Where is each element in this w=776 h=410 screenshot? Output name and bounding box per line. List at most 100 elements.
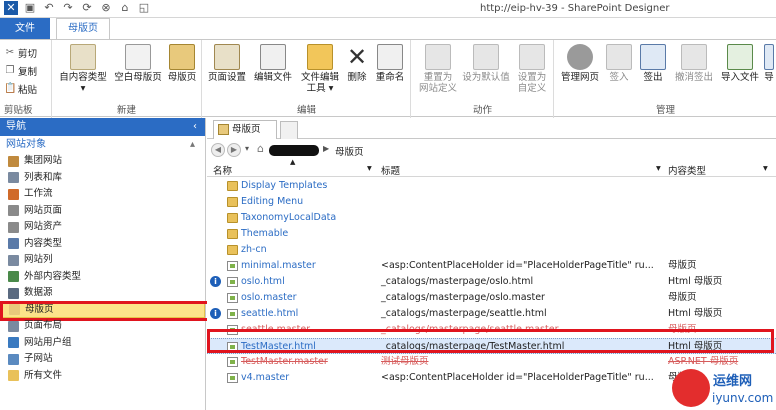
refresh-icon[interactable]: ⟳ [80, 1, 94, 15]
breadcrumb-current[interactable]: 母版页 [335, 144, 364, 158]
import-file-button[interactable]: 导入文件 [718, 44, 762, 83]
sidebar-item[interactable]: 集团网站 [0, 153, 205, 170]
file-row[interactable]: Display Templates [207, 178, 776, 194]
sidebar-item-label: 子网站 [24, 353, 53, 364]
file-name: v4.master [241, 372, 290, 383]
column-title-filter-icon[interactable]: ▾ [656, 163, 661, 174]
window-title: http://eip-hv-39 - SharePoint Designer [480, 3, 670, 14]
column-name[interactable]: 名称 [213, 163, 232, 177]
breadcrumb: ◀ ▶ ▾ ⌂ ▶ 母版页 [207, 140, 776, 160]
sidebar-item[interactable]: 外部内容类型 [0, 269, 205, 286]
redo-icon[interactable]: ↷ [61, 1, 75, 15]
set-default-icon [473, 44, 499, 70]
info-icon: i [210, 308, 221, 319]
cut-label: 剪切 [18, 48, 38, 60]
edit-file-icon [260, 44, 286, 70]
sidebar-item[interactable]: 数据源 [0, 285, 205, 302]
new-tab-button[interactable] [280, 121, 298, 139]
set-as-default-button[interactable]: 设为默认值 [460, 44, 512, 83]
file-row[interactable]: Themable [207, 226, 776, 242]
file-edit-tools-button[interactable]: 文件编辑 工具 ▾ [297, 44, 343, 94]
sidebar-item[interactable]: 子网站 [0, 351, 205, 368]
check-in-icon [606, 44, 632, 70]
undo-check-out-button[interactable]: 撤消签出 [671, 44, 717, 83]
reset-label-1: 重置为 [423, 72, 453, 83]
home-icon[interactable]: ⌂ [257, 142, 264, 155]
title-bar: ✕ ▣ ↶ ↷ ⟳ ⊗ ⌂ ◱ http://eip-hv-39 - Share… [0, 0, 776, 18]
preview-icon[interactable]: ◱ [137, 1, 151, 15]
check-in-button[interactable]: 签入 [603, 44, 635, 83]
file-row[interactable]: Editing Menu [207, 194, 776, 210]
file-row[interactable]: TaxonomyLocalData [207, 210, 776, 226]
file-name: Themable [241, 228, 289, 239]
file-row[interactable]: i oslo.html _catalogs/masterpage/oslo.html… [207, 274, 776, 290]
dropdown-arrow-icon: ▾ [80, 83, 86, 94]
export-button[interactable]: 导 [763, 44, 775, 83]
edit-file-button[interactable]: 编辑文件 [251, 44, 295, 83]
sidebar-item[interactable]: 母版页 [0, 300, 212, 321]
sidebar-item[interactable]: 所有文件 [0, 368, 205, 385]
column-content-type-filter-icon[interactable]: ▾ [763, 163, 768, 174]
sidebar-item-label: 工作流 [24, 188, 53, 199]
sidebar-item[interactable]: 网站列 [0, 252, 205, 269]
stop-icon[interactable]: ⊗ [99, 1, 113, 15]
admin-page-label: 管理网页 [560, 72, 599, 83]
reset-to-site-definition-button[interactable]: 重置为 网站定义 [416, 44, 460, 94]
sidebar-item-icon [8, 221, 19, 233]
file-row[interactable]: zh-cn [207, 242, 776, 258]
sort-ascending-icon: ▲ [290, 158, 296, 166]
new-from-content-type-button[interactable]: 自内容类型 ▾ [56, 44, 110, 94]
file-name: TestMaster.master [241, 356, 328, 367]
sidebar-item[interactable]: 列表和库 [0, 170, 205, 187]
file-title: _catalogs/masterpage/seattle.html [381, 308, 547, 319]
paste-button[interactable]: 📋 粘贴 [4, 80, 37, 97]
collapse-chevron-icon[interactable]: ‹ [193, 118, 197, 136]
sidebar-item[interactable]: 页面布局 [0, 318, 205, 335]
column-title[interactable]: 标题 [381, 163, 400, 177]
file-row[interactable]: i seattle.html _catalogs/masterpage/seattl… [207, 306, 776, 322]
dropdown-arrow-icon[interactable]: ▾ [245, 144, 249, 153]
gear-icon [567, 44, 593, 70]
tab-file[interactable]: 文件 [0, 18, 50, 39]
sidebar-item[interactable]: 内容类型 [0, 236, 205, 253]
sidebar-item[interactable]: 网站资产 [0, 219, 205, 236]
navigation-header: 导航 ‹ [0, 118, 205, 136]
file-name: oslo.master [241, 292, 297, 303]
sidebar-item[interactable]: 工作流 [0, 186, 205, 203]
master-page-button[interactable]: 母版页 [164, 44, 200, 83]
sidebar-item-label: 内容类型 [24, 237, 63, 249]
column-name-filter-icon[interactable]: ▾ [367, 163, 372, 174]
export-icon [764, 44, 774, 70]
page-settings-button[interactable]: 页面设置 [205, 44, 249, 83]
copy-button[interactable]: ❐ 复制 [4, 62, 38, 79]
home-icon[interactable]: ⌂ [118, 1, 132, 15]
sidebar-item-label: 页面布局 [24, 320, 63, 331]
rename-button[interactable]: 重命名 [371, 44, 409, 83]
folder-icon [227, 213, 238, 223]
cut-button[interactable]: ✂ 剪切 [4, 44, 37, 61]
undo-icon[interactable]: ↶ [42, 1, 56, 15]
breadcrumb-separator-icon: ▶ [323, 144, 330, 153]
doc-tab-master-pages[interactable]: 母版页 [213, 120, 277, 139]
sidebar-item[interactable]: 网站用户组 [0, 335, 205, 352]
blank-master-page-button[interactable]: 空白母版页 [110, 44, 166, 83]
master-page-icon [169, 44, 195, 70]
forward-icon[interactable]: ▶ [227, 143, 241, 157]
back-icon[interactable]: ◀ [211, 143, 225, 157]
check-out-button[interactable]: 签出 [637, 44, 669, 83]
set-custom-label-1: 设置为 [517, 72, 547, 83]
save-icon[interactable]: ▣ [23, 1, 37, 15]
file-row[interactable]: oslo.master _catalogs/masterpage/oslo.mas… [207, 290, 776, 306]
folder-icon [227, 245, 238, 255]
file-row[interactable]: minimal.master <asp:ContentPlaceHolder id… [207, 258, 776, 274]
column-content-type[interactable]: 内容类型 [668, 163, 706, 177]
site-objects-header[interactable]: 网站对象 ▴ [0, 136, 205, 153]
paste-icon: 📋 [4, 82, 17, 94]
sidebar-item[interactable]: 网站页面 [0, 203, 205, 220]
page-settings-icon [214, 44, 240, 70]
admin-web-page-button[interactable]: 管理网页 [557, 44, 603, 83]
doc-tab-label: 母版页 [232, 124, 261, 135]
tab-master-pages[interactable]: 母版页 [56, 18, 110, 40]
set-as-custom-button[interactable]: 设置为 自定义 [512, 44, 552, 94]
delete-button[interactable]: ✕ 删除 [343, 44, 371, 83]
